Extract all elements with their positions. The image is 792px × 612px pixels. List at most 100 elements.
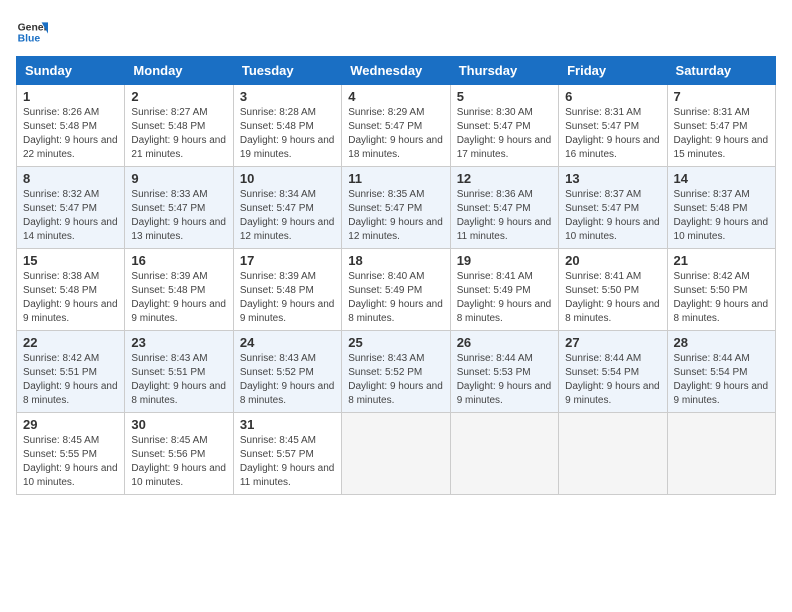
header-sunday: Sunday <box>17 57 125 85</box>
day-number: 19 <box>457 253 552 268</box>
day-info: Sunrise: 8:43 AMSunset: 5:52 PMDaylight:… <box>348 352 443 408</box>
calendar-cell: 1 Sunrise: 8:26 AMSunset: 5:48 PMDaylight… <box>17 85 125 167</box>
calendar-cell <box>667 413 775 495</box>
day-number: 22 <box>23 335 118 350</box>
calendar-cell: 5 Sunrise: 8:30 AMSunset: 5:47 PMDaylight… <box>450 85 558 167</box>
calendar-week-row: 1 Sunrise: 8:26 AMSunset: 5:48 PMDaylight… <box>17 85 776 167</box>
day-info: Sunrise: 8:43 AMSunset: 5:51 PMDaylight:… <box>131 352 226 408</box>
day-info: Sunrise: 8:45 AMSunset: 5:55 PMDaylight:… <box>23 434 118 490</box>
calendar-cell: 21 Sunrise: 8:42 AMSunset: 5:50 PMDayligh… <box>667 249 775 331</box>
day-number: 5 <box>457 89 552 104</box>
day-number: 20 <box>565 253 660 268</box>
day-info: Sunrise: 8:45 AMSunset: 5:56 PMDaylight:… <box>131 434 226 490</box>
calendar-cell: 25 Sunrise: 8:43 AMSunset: 5:52 PMDayligh… <box>342 331 450 413</box>
calendar-cell: 9 Sunrise: 8:33 AMSunset: 5:47 PMDaylight… <box>125 167 233 249</box>
calendar-cell: 8 Sunrise: 8:32 AMSunset: 5:47 PMDaylight… <box>17 167 125 249</box>
day-info: Sunrise: 8:26 AMSunset: 5:48 PMDaylight:… <box>23 106 118 162</box>
calendar-cell: 18Sunrise: 8:40 AMSunset: 5:49 PMDayligh… <box>342 249 450 331</box>
day-info: Sunrise: 8:40 AMSunset: 5:49 PMDaylight:… <box>348 270 443 326</box>
header-saturday: Saturday <box>667 57 775 85</box>
calendar-week-row: 29 Sunrise: 8:45 AMSunset: 5:55 PMDayligh… <box>17 413 776 495</box>
day-number: 27 <box>565 335 660 350</box>
day-number: 13 <box>565 171 660 186</box>
day-info: Sunrise: 8:41 AMSunset: 5:50 PMDaylight:… <box>565 270 660 326</box>
day-number: 28 <box>674 335 769 350</box>
header-tuesday: Tuesday <box>233 57 341 85</box>
day-number: 29 <box>23 417 118 432</box>
calendar-header-row: SundayMondayTuesdayWednesdayThursdayFrid… <box>17 57 776 85</box>
calendar-cell: 30 Sunrise: 8:45 AMSunset: 5:56 PMDayligh… <box>125 413 233 495</box>
calendar-week-row: 8 Sunrise: 8:32 AMSunset: 5:47 PMDaylight… <box>17 167 776 249</box>
day-info: Sunrise: 8:43 AMSunset: 5:52 PMDaylight:… <box>240 352 335 408</box>
day-number: 17 <box>240 253 335 268</box>
day-number: 7 <box>674 89 769 104</box>
day-number: 2 <box>131 89 226 104</box>
day-number: 12 <box>457 171 552 186</box>
calendar-cell: 31Sunrise: 8:45 AMSunset: 5:57 PMDayligh… <box>233 413 341 495</box>
day-info: Sunrise: 8:37 AMSunset: 5:48 PMDaylight:… <box>674 188 769 244</box>
calendar-cell: 4 Sunrise: 8:29 AMSunset: 5:47 PMDaylight… <box>342 85 450 167</box>
day-number: 23 <box>131 335 226 350</box>
day-number: 25 <box>348 335 443 350</box>
day-number: 10 <box>240 171 335 186</box>
calendar-cell <box>450 413 558 495</box>
page-header: General Blue <box>16 16 776 48</box>
day-info: Sunrise: 8:39 AMSunset: 5:48 PMDaylight:… <box>240 270 335 326</box>
day-info: Sunrise: 8:45 AMSunset: 5:57 PMDaylight:… <box>240 434 335 490</box>
day-number: 15 <box>23 253 118 268</box>
day-info: Sunrise: 8:35 AMSunset: 5:47 PMDaylight:… <box>348 188 443 244</box>
day-number: 6 <box>565 89 660 104</box>
day-info: Sunrise: 8:31 AMSunset: 5:47 PMDaylight:… <box>565 106 660 162</box>
day-number: 30 <box>131 417 226 432</box>
calendar-cell: 14 Sunrise: 8:37 AMSunset: 5:48 PMDayligh… <box>667 167 775 249</box>
day-info: Sunrise: 8:42 AMSunset: 5:51 PMDaylight:… <box>23 352 118 408</box>
calendar-cell <box>559 413 667 495</box>
day-info: Sunrise: 8:34 AMSunset: 5:47 PMDaylight:… <box>240 188 335 244</box>
calendar-cell: 11 Sunrise: 8:35 AMSunset: 5:47 PMDayligh… <box>342 167 450 249</box>
day-info: Sunrise: 8:38 AMSunset: 5:48 PMDaylight:… <box>23 270 118 326</box>
day-info: Sunrise: 8:32 AMSunset: 5:47 PMDaylight:… <box>23 188 118 244</box>
day-info: Sunrise: 8:29 AMSunset: 5:47 PMDaylight:… <box>348 106 443 162</box>
header-thursday: Thursday <box>450 57 558 85</box>
day-number: 4 <box>348 89 443 104</box>
day-number: 9 <box>131 171 226 186</box>
day-number: 11 <box>348 171 443 186</box>
calendar-cell: 19 Sunrise: 8:41 AMSunset: 5:49 PMDayligh… <box>450 249 558 331</box>
day-info: Sunrise: 8:30 AMSunset: 5:47 PMDaylight:… <box>457 106 552 162</box>
day-info: Sunrise: 8:28 AMSunset: 5:48 PMDaylight:… <box>240 106 335 162</box>
day-info: Sunrise: 8:36 AMSunset: 5:47 PMDaylight:… <box>457 188 552 244</box>
header-monday: Monday <box>125 57 233 85</box>
day-info: Sunrise: 8:39 AMSunset: 5:48 PMDaylight:… <box>131 270 226 326</box>
day-number: 14 <box>674 171 769 186</box>
calendar-cell: 22 Sunrise: 8:42 AMSunset: 5:51 PMDayligh… <box>17 331 125 413</box>
calendar-cell: 23 Sunrise: 8:43 AMSunset: 5:51 PMDayligh… <box>125 331 233 413</box>
day-info: Sunrise: 8:31 AMSunset: 5:47 PMDaylight:… <box>674 106 769 162</box>
logo: General Blue <box>16 16 52 48</box>
day-info: Sunrise: 8:44 AMSunset: 5:53 PMDaylight:… <box>457 352 552 408</box>
calendar-table: SundayMondayTuesdayWednesdayThursdayFrid… <box>16 56 776 495</box>
calendar-cell: 27 Sunrise: 8:44 AMSunset: 5:54 PMDayligh… <box>559 331 667 413</box>
calendar-cell: 29 Sunrise: 8:45 AMSunset: 5:55 PMDayligh… <box>17 413 125 495</box>
day-number: 3 <box>240 89 335 104</box>
header-wednesday: Wednesday <box>342 57 450 85</box>
logo-icon: General Blue <box>16 16 48 48</box>
day-info: Sunrise: 8:33 AMSunset: 5:47 PMDaylight:… <box>131 188 226 244</box>
calendar-cell: 26 Sunrise: 8:44 AMSunset: 5:53 PMDayligh… <box>450 331 558 413</box>
calendar-cell: 6 Sunrise: 8:31 AMSunset: 5:47 PMDaylight… <box>559 85 667 167</box>
calendar-cell: 28Sunrise: 8:44 AMSunset: 5:54 PMDayligh… <box>667 331 775 413</box>
day-info: Sunrise: 8:41 AMSunset: 5:49 PMDaylight:… <box>457 270 552 326</box>
day-info: Sunrise: 8:42 AMSunset: 5:50 PMDaylight:… <box>674 270 769 326</box>
day-info: Sunrise: 8:37 AMSunset: 5:47 PMDaylight:… <box>565 188 660 244</box>
day-info: Sunrise: 8:44 AMSunset: 5:54 PMDaylight:… <box>565 352 660 408</box>
calendar-cell: 17 Sunrise: 8:39 AMSunset: 5:48 PMDayligh… <box>233 249 341 331</box>
day-number: 1 <box>23 89 118 104</box>
day-number: 16 <box>131 253 226 268</box>
day-number: 26 <box>457 335 552 350</box>
day-info: Sunrise: 8:27 AMSunset: 5:48 PMDaylight:… <box>131 106 226 162</box>
header-friday: Friday <box>559 57 667 85</box>
day-number: 21 <box>674 253 769 268</box>
calendar-cell: 13 Sunrise: 8:37 AMSunset: 5:47 PMDayligh… <box>559 167 667 249</box>
calendar-cell: 10 Sunrise: 8:34 AMSunset: 5:47 PMDayligh… <box>233 167 341 249</box>
day-number: 8 <box>23 171 118 186</box>
svg-text:Blue: Blue <box>18 34 41 45</box>
